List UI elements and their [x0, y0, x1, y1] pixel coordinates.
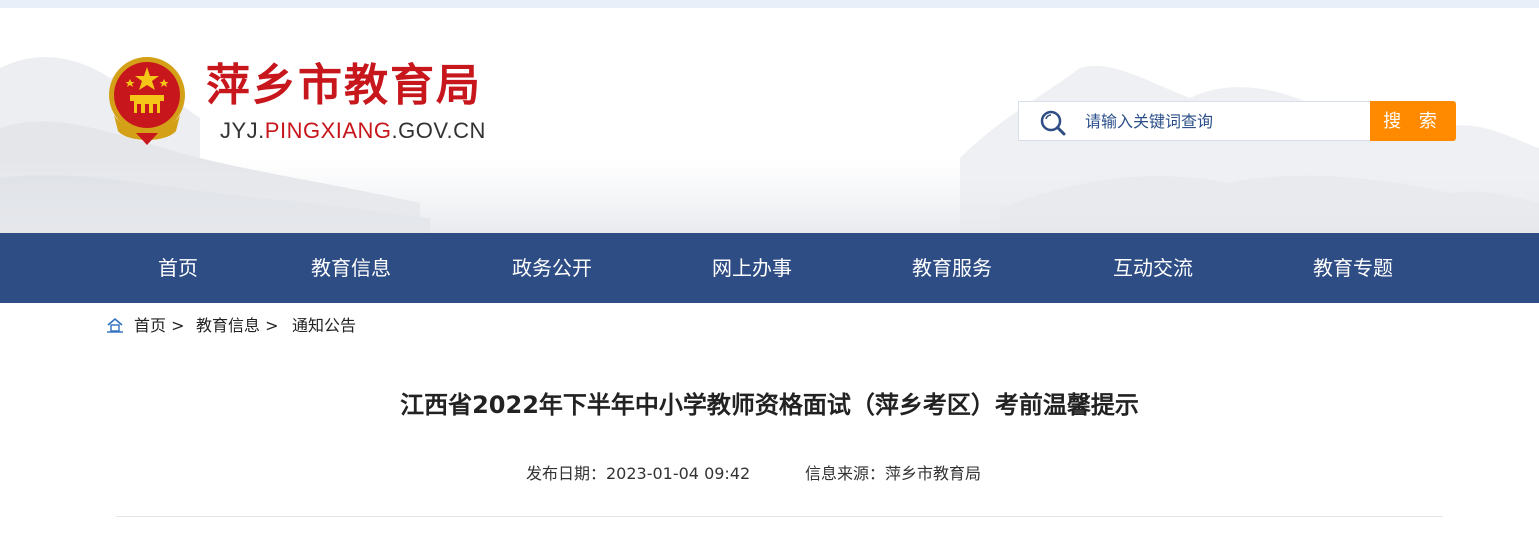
search-button[interactable]: 搜 索: [1370, 101, 1456, 141]
article-meta: 发布日期：2023-01-04 09:42 信息来源：萍乡市教育局: [0, 462, 1539, 486]
site-title: 萍乡市教育局: [206, 60, 482, 111]
nav-item-online-services[interactable]: 网上办事: [712, 233, 792, 303]
publish-date: 发布日期：2023-01-04 09:42: [526, 464, 751, 483]
nav-item-education-topics[interactable]: 教育专题: [1313, 233, 1393, 303]
nav-item-education-info[interactable]: 教育信息: [311, 233, 391, 303]
search-box: [1018, 101, 1370, 141]
article-title: 江西省2022年下半年中小学教师资格面试（萍乡考区）考前温馨提示: [400, 391, 1139, 419]
search-icon[interactable]: [1039, 109, 1067, 137]
domain-highlight: PINGXIANG: [264, 118, 392, 143]
breadcrumb-home[interactable]: 首页 >: [134, 314, 185, 338]
info-source: 信息来源：萍乡市教育局: [805, 464, 982, 483]
nav-item-home[interactable]: 首页: [158, 233, 198, 303]
nav-item-education-services[interactable]: 教育服务: [912, 233, 992, 303]
search-input[interactable]: [1085, 102, 1355, 140]
breadcrumb-education-info[interactable]: 教育信息 >: [196, 314, 279, 338]
top-strip: [0, 0, 1539, 8]
divider: [116, 516, 1443, 517]
main-nav: 首页 教育信息 政务公开 网上办事 教育服务 互动交流 教育专题: [0, 233, 1539, 303]
site-domain: JYJ.PINGXIANG.GOV.CN: [220, 118, 486, 144]
national-emblem-logo: [109, 57, 185, 145]
domain-prefix: JYJ.: [220, 118, 265, 143]
domain-suffix: .GOV.CN: [391, 118, 486, 143]
nav-item-gov-affairs[interactable]: 政务公开: [512, 233, 592, 303]
home-icon: [107, 317, 123, 333]
nav-item-interaction[interactable]: 互动交流: [1113, 233, 1193, 303]
breadcrumb-notices[interactable]: 通知公告: [292, 314, 356, 338]
